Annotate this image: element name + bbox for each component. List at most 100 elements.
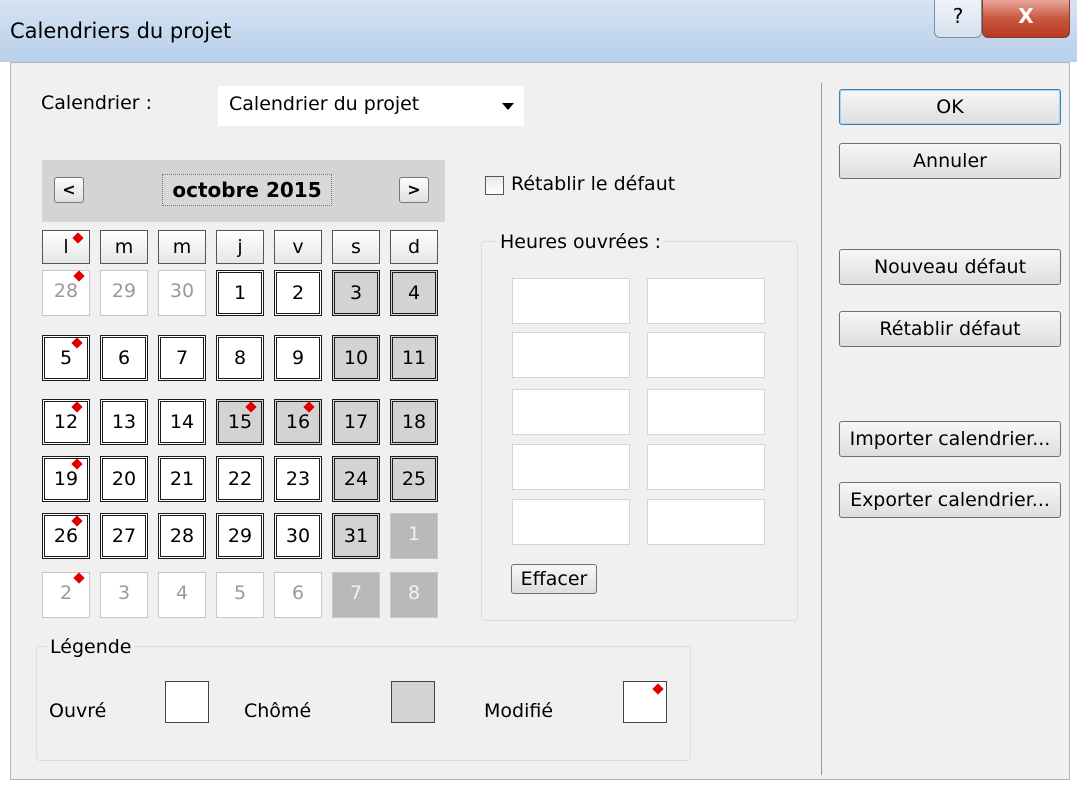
day-cell[interactable]: 17 [332,399,380,445]
close-button[interactable]: X [982,0,1070,38]
day-cell[interactable]: 20 [100,456,148,502]
day-number: 30 [169,280,195,302]
calendar-select[interactable]: Calendrier du projet [218,86,524,126]
working-hour-field[interactable] [512,444,630,490]
day-number: 24 [343,468,369,490]
day-cell[interactable]: 28 [158,513,206,559]
day-cell[interactable]: 11 [390,335,438,381]
day-cell[interactable]: 19 [42,456,90,502]
day-cell[interactable]: 7 [332,572,380,618]
day-cell[interactable]: 16 [274,399,322,445]
day-cell[interactable]: 21 [158,456,206,502]
day-number: 5 [233,582,247,604]
day-cell[interactable]: 30 [158,270,206,316]
day-cell[interactable]: 8 [216,335,264,381]
month-header: < octobre 2015 > [42,160,445,222]
weekday-header[interactable]: m [158,230,206,264]
working-hour-field[interactable] [647,444,765,490]
day-cell[interactable]: 5 [216,572,264,618]
working-hour-field[interactable] [512,332,630,378]
working-hour-field[interactable] [512,389,630,435]
day-cell[interactable]: 4 [158,572,206,618]
day-cell[interactable]: 30 [274,513,322,559]
cancel-button[interactable]: Annuler [839,143,1061,179]
day-number: 27 [111,525,137,547]
day-cell[interactable]: 29 [216,513,264,559]
export-calendar-button[interactable]: Exporter calendrier... [839,482,1061,518]
weekday-header[interactable]: v [274,230,322,264]
day-number: 2 [291,282,305,304]
day-cell[interactable]: 10 [332,335,380,381]
day-cell[interactable]: 22 [216,456,264,502]
day-cell[interactable]: 15 [216,399,264,445]
day-cell[interactable]: 3 [332,270,380,316]
working-hour-field[interactable] [647,499,765,545]
day-cell[interactable]: 12 [42,399,90,445]
working-hour-field[interactable] [647,389,765,435]
day-cell[interactable]: 18 [390,399,438,445]
day-cell[interactable]: 2 [42,572,90,618]
day-cell[interactable]: 13 [100,399,148,445]
working-hour-field[interactable] [512,278,630,324]
day-cell[interactable]: 2 [274,270,322,316]
working-hour-field[interactable] [647,332,765,378]
day-cell[interactable]: 8 [390,572,438,618]
day-cell[interactable]: 26 [42,513,90,559]
day-number: 20 [111,468,137,490]
day-number: 2 [59,582,73,604]
day-number: 29 [111,280,137,302]
day-number: 10 [343,347,369,369]
day-number: 1 [233,282,247,304]
chevron-down-icon [502,103,514,110]
reset-default-checkbox[interactable] [485,176,504,195]
calendar-select-value: Calendrier du projet [229,93,420,115]
calendar-label: Calendrier : [41,92,153,114]
day-cell[interactable]: 1 [216,270,264,316]
day-cell[interactable]: 31 [332,513,380,559]
help-button[interactable]: ? [934,0,982,38]
day-cell[interactable]: 23 [274,456,322,502]
day-cell[interactable]: 3 [100,572,148,618]
day-number: 5 [59,347,73,369]
weekday-header[interactable]: m [100,230,148,264]
month-label: octobre 2015 [162,174,332,206]
working-hour-field[interactable] [647,278,765,324]
day-number: 11 [401,347,427,369]
day-number: 30 [285,525,311,547]
day-cell[interactable]: 1 [390,513,438,559]
prev-month-button[interactable]: < [54,177,84,203]
legend-modified-label: Modifié [484,700,554,722]
day-cell[interactable]: 9 [274,335,322,381]
ok-button[interactable]: OK [839,89,1061,125]
day-cell[interactable]: 28 [42,270,90,316]
working-hour-field[interactable] [512,499,630,545]
day-cell[interactable]: 25 [390,456,438,502]
weekday-header[interactable]: l [42,230,90,264]
close-icon: X [1018,4,1034,28]
day-number: 9 [291,347,305,369]
legend-nonworked-swatch [391,681,435,723]
day-cell[interactable]: 27 [100,513,148,559]
weekday-header[interactable]: d [390,230,438,264]
legend-modified-swatch [623,681,667,723]
weekday-header[interactable]: j [216,230,264,264]
new-default-button[interactable]: Nouveau défaut [839,249,1061,285]
day-cell[interactable]: 24 [332,456,380,502]
import-calendar-button[interactable]: Importer calendrier... [839,421,1061,457]
day-cell[interactable]: 29 [100,270,148,316]
clear-button[interactable]: Effacer [511,564,597,594]
next-month-button[interactable]: > [399,177,429,203]
day-cell[interactable]: 6 [100,335,148,381]
dialog-body: Calendrier : Calendrier du projet < octo… [10,62,1070,780]
weekday-header[interactable]: s [332,230,380,264]
day-number: 7 [175,347,189,369]
day-number: 31 [343,525,369,547]
day-cell[interactable]: 14 [158,399,206,445]
day-cell[interactable]: 6 [274,572,322,618]
day-number: 21 [169,468,195,490]
day-number: 14 [169,411,195,433]
day-cell[interactable]: 5 [42,335,90,381]
day-cell[interactable]: 4 [390,270,438,316]
restore-default-button[interactable]: Rétablir défaut [839,311,1061,347]
day-cell[interactable]: 7 [158,335,206,381]
